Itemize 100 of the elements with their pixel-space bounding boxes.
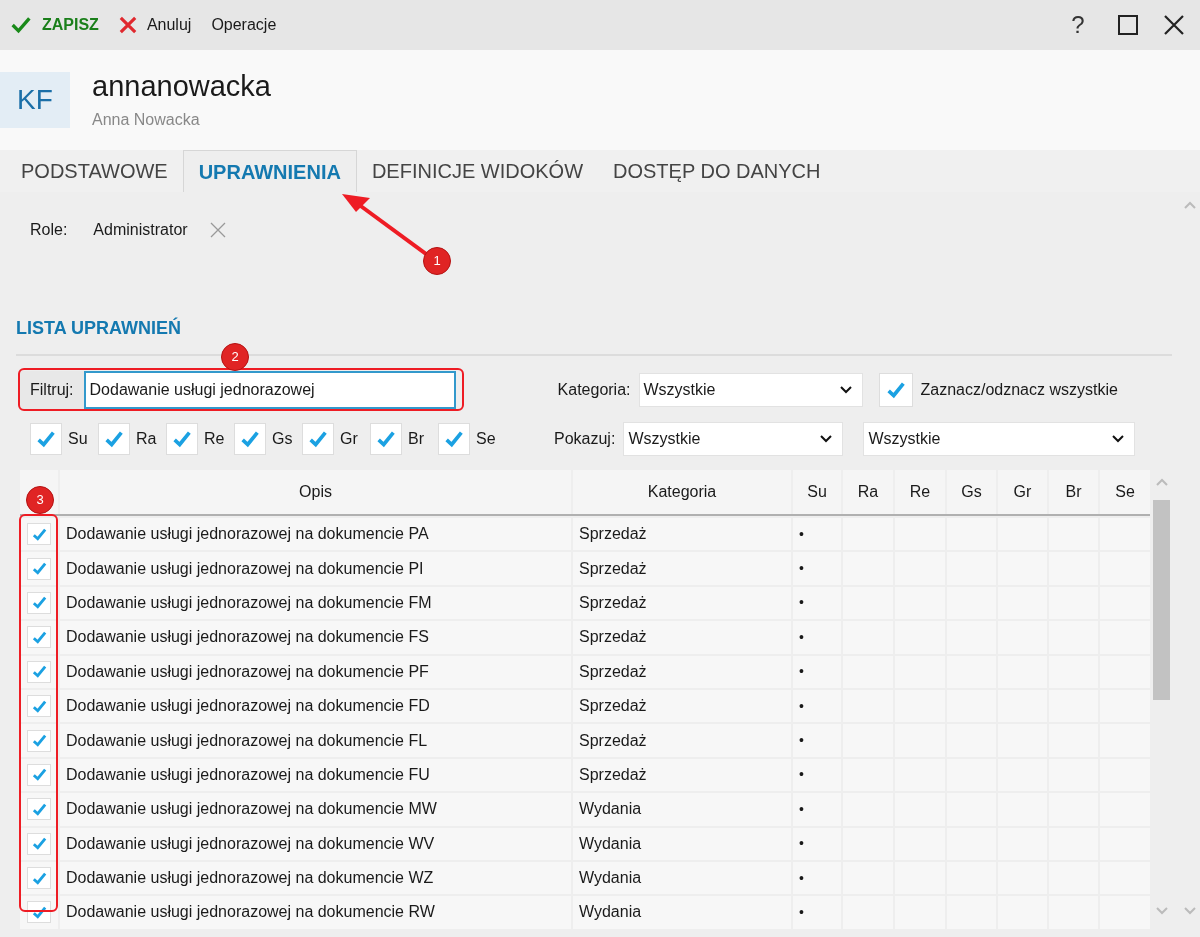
scroll-up-icon[interactable] xyxy=(1155,478,1168,486)
table-cell: Sprzedaż xyxy=(573,724,791,757)
chevron-down-icon xyxy=(1112,435,1125,443)
tab[interactable]: DEFINICJE WIDOKÓW xyxy=(356,150,598,192)
dropdown[interactable]: Wszystkie xyxy=(623,422,844,456)
tab[interactable]: PODSTAWOWE xyxy=(6,150,183,192)
table-cell: • xyxy=(793,758,841,792)
filter-field[interactable]: Dodawanie usługi jednorazowej xyxy=(83,371,456,409)
table-cell: Dodawanie usługi jednorazowej na dokumencie PI xyxy=(60,552,571,585)
table-cell: • xyxy=(793,827,841,860)
user-login: annanowacka xyxy=(92,69,271,104)
column-header[interactable]: Gr xyxy=(998,470,1047,514)
user-full-name: Anna Nowacka xyxy=(92,110,201,130)
table-cell: Sprzedaż xyxy=(573,655,791,688)
chevron-down-icon xyxy=(820,435,833,443)
page-scroll-up-icon[interactable] xyxy=(1184,201,1196,209)
column-header[interactable]: Br xyxy=(1049,470,1098,514)
tab[interactable]: UPRAWNIENIA xyxy=(182,150,357,192)
checkbox[interactable] xyxy=(370,423,402,455)
column-header[interactable]: Ra xyxy=(843,470,893,514)
flag-label: Re xyxy=(204,429,224,449)
table-cell: • xyxy=(793,896,841,929)
table-cell: Wydania xyxy=(573,896,791,929)
checkbox[interactable] xyxy=(27,523,51,546)
table-cell: Wydania xyxy=(573,793,791,826)
category-label: Kategoria: xyxy=(557,380,631,400)
table-cell: • xyxy=(793,552,841,585)
column-header[interactable]: Se xyxy=(1100,470,1150,514)
checkbox[interactable] xyxy=(27,763,51,786)
table-cell: • xyxy=(793,621,841,654)
checkbox[interactable] xyxy=(27,660,51,683)
column-header[interactable]: Gs xyxy=(947,470,996,514)
dropdown[interactable]: Wszystkie xyxy=(863,422,1136,456)
remove-icon[interactable] xyxy=(209,222,226,238)
scroll-down-icon[interactable] xyxy=(1155,906,1168,915)
table-cell: Wydania xyxy=(573,827,791,860)
checkbox[interactable] xyxy=(27,591,51,614)
column-header[interactable]: Su xyxy=(793,470,841,514)
flag-label: Gr xyxy=(340,429,359,449)
column-header[interactable]: Kategoria xyxy=(573,470,791,514)
callout-number: 2 xyxy=(221,343,249,371)
table-cell: • xyxy=(793,586,841,620)
checkbox[interactable] xyxy=(234,423,266,455)
table-cell: Dodawanie usługi jednorazowej na dokumencie FD xyxy=(60,689,571,723)
checkbox[interactable] xyxy=(27,867,51,890)
table-cell: Dodawanie usługi jednorazowej na dokumencie FM xyxy=(60,586,571,620)
select-all-label: Zaznacz/odznacz wszystkie xyxy=(920,380,1118,400)
role-label: Role: xyxy=(30,220,68,240)
flag-label: Se xyxy=(476,429,496,449)
table-cell: Sprzedaż xyxy=(573,586,791,620)
show-label: Pokazuj: xyxy=(554,429,616,449)
checkbox[interactable] xyxy=(27,901,51,924)
column-header[interactable]: Opis xyxy=(60,470,571,514)
maximize-icon[interactable] xyxy=(1118,15,1138,35)
table-cell: • xyxy=(793,518,841,551)
checkbox[interactable] xyxy=(27,798,51,821)
table-cell: Sprzedaż xyxy=(573,689,791,723)
help-button[interactable]: ? xyxy=(1064,7,1092,43)
checkbox[interactable] xyxy=(302,423,334,455)
column-header[interactable]: Re xyxy=(895,470,945,514)
checkbox[interactable] xyxy=(27,729,51,752)
flag-label: Su xyxy=(68,429,88,449)
table-cell: • xyxy=(793,655,841,688)
callout-number: 1 xyxy=(423,247,451,275)
checkbox[interactable] xyxy=(30,423,62,455)
checkbox[interactable] xyxy=(166,423,198,455)
scrollbar-thumb[interactable] xyxy=(1153,500,1170,700)
table-cell: Dodawanie usługi jednorazowej na dokumencie PF xyxy=(60,655,571,688)
operations-menu[interactable]: Operacje xyxy=(211,13,277,37)
checkbox[interactable] xyxy=(27,695,51,718)
table-cell: • xyxy=(793,724,841,757)
checkbox[interactable] xyxy=(878,373,913,407)
table-cell: Sprzedaż xyxy=(573,518,791,551)
dropdown[interactable]: Wszystkie xyxy=(638,373,863,407)
table-cell: • xyxy=(793,793,841,826)
table-cell: Dodawanie usługi jednorazowej na dokumencie MW xyxy=(60,793,571,826)
checkbox[interactable] xyxy=(438,423,470,455)
table-cell: Sprzedaż xyxy=(573,758,791,792)
tab[interactable]: DOSTĘP DO DANYCH xyxy=(598,150,836,192)
save-button[interactable]: ZAPISZ xyxy=(10,13,99,37)
checkbox[interactable] xyxy=(98,423,130,455)
table-cell: Dodawanie usługi jednorazowej na dokumencie FL xyxy=(60,724,571,757)
checkbox[interactable] xyxy=(27,626,51,649)
checkmark-icon xyxy=(10,15,32,35)
cancel-button[interactable]: Anuluj xyxy=(118,13,192,37)
flag-label: Br xyxy=(408,429,425,449)
table-cell: Sprzedaż xyxy=(573,552,791,585)
close-icon[interactable] xyxy=(1164,15,1184,35)
checkbox[interactable] xyxy=(27,557,51,580)
page-scroll-down-icon[interactable] xyxy=(1184,907,1196,915)
role-value: Administrator xyxy=(93,220,188,240)
table-cell: Dodawanie usługi jednorazowej na dokumencie FU xyxy=(60,758,571,792)
avatar-initials: KF xyxy=(0,72,70,128)
table-cell: Dodawanie usługi jednorazowej na dokumencie WZ xyxy=(60,861,571,895)
table-cell: • xyxy=(793,689,841,723)
table-cell: Sprzedaż xyxy=(573,621,791,654)
table-cell: Dodawanie usługi jednorazowej na dokumencie WV xyxy=(60,827,571,860)
cross-icon xyxy=(118,16,137,34)
checkbox[interactable] xyxy=(27,832,51,855)
flag-label: Gs xyxy=(272,429,292,449)
